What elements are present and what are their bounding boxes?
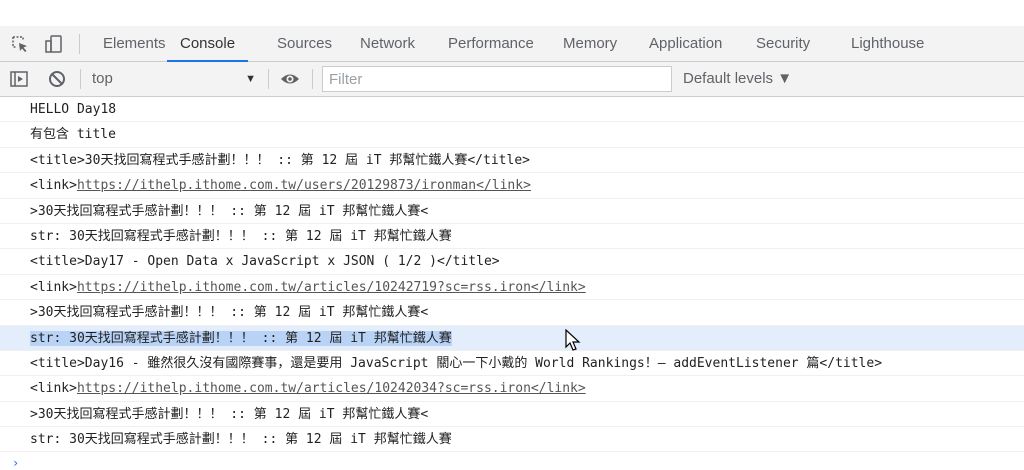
tab-sources[interactable]: Sources [277,26,332,61]
console-message[interactable]: str: 30天找回寫程式手感計劃！！！ :: 第 12 屆 iT 邦幫忙鐵人賽 [0,224,1024,250]
device-toolbar-icon[interactable] [44,34,64,54]
console-message[interactable]: >30天找回寫程式手感計劃！！！ :: 第 12 屆 iT 邦幫忙鐵人賽< [0,199,1024,224]
tab-separator [79,34,80,54]
live-expression-eye-icon[interactable] [280,69,300,89]
console-message-text: 有包含 title [30,127,116,142]
console-text-segment: str: 30天找回寫程式手感計劃！！！ :: 第 12 屆 iT 邦幫忙鐵人賽 [30,432,452,448]
console-message[interactable]: 有包含 title [0,122,1024,148]
console-message[interactable]: <title>Day17 - Open Data x JavaScript x … [0,249,1024,275]
tab-application[interactable]: Application [649,26,722,61]
console-text-segment: <title>30天找回寫程式手感計劃！！！ :: 第 12 屆 iT 邦幫忙鐵… [30,152,530,168]
console-message-text: >30天找回寫程式手感計劃！！！ :: 第 12 屆 iT 邦幫忙鐵人賽< [30,407,428,422]
console-message[interactable]: str: 30天找回寫程式手感計劃！！！ :: 第 12 屆 iT 邦幫忙鐵人賽 [0,427,1024,453]
tab-console[interactable]: Console [167,26,249,62]
console-text-segment: <title>Day17 - Open Data x JavaScript x … [30,254,500,270]
console-text-segment: >30天找回寫程式手感計劃！！！ :: 第 12 屆 iT 邦幫忙鐵人賽< [30,406,429,422]
dropdown-arrow-icon: ▼ [245,73,256,85]
console-message-text: HELLO Day18 [30,102,116,117]
console-message-text: str: 30天找回寫程式手感計劃！！！ :: 第 12 屆 iT 邦幫忙鐵人賽 [30,432,452,447]
toolbar-separator [80,69,81,89]
console-text-segment: HELLO Day18 [30,102,117,117]
console-message[interactable]: <link>https://ithelp.ithome.com.tw/users… [0,173,1024,199]
tab-performance[interactable]: Performance [448,26,534,61]
console-message[interactable]: HELLO Day18 [0,97,1024,123]
context-selector[interactable]: top ▼ [92,68,262,90]
devtools-tab-bar: Elements Console Sources Network Perform… [0,26,1024,62]
console-toolbar: top ▼ Default levels ▼ [0,62,1024,97]
console-message-text: >30天找回寫程式手感計劃！！！ :: 第 12 屆 iT 邦幫忙鐵人賽< [30,204,428,219]
console-text-segment: <title>Day16 - 雖然很久沒有國際賽事，還是要用 JavaScrip… [30,355,883,371]
clear-console-icon[interactable] [47,69,67,89]
console-text-segment: >30天找回寫程式手感計劃！！！ :: 第 12 屆 iT 邦幫忙鐵人賽< [30,305,429,321]
console-message[interactable]: >30天找回寫程式手感計劃！！！ :: 第 12 屆 iT 邦幫忙鐵人賽< [0,300,1024,326]
tab-memory[interactable]: Memory [563,26,617,61]
console-link[interactable]: https://ithelp.ithome.com.tw/articles/10… [77,381,586,396]
console-message[interactable]: str: 30天找回寫程式手感計劃！！！ :: 第 12 屆 iT 邦幫忙鐵人賽 [0,325,1024,351]
console-message-text: <link>https://ithelp.ithome.com.tw/users… [30,178,531,193]
toolbar-separator [268,69,269,89]
console-message-text: <title>30天找回寫程式手感計劃！！！ :: 第 12 屆 iT 邦幫忙鐵… [30,153,530,168]
tab-elements[interactable]: Elements [103,26,166,61]
console-message-text: <title>Day17 - Open Data x JavaScript x … [30,254,500,269]
console-message[interactable]: <link>https://ithelp.ithome.com.tw/artic… [0,376,1024,402]
console-message-text: str: 30天找回寫程式手感計劃！！！ :: 第 12 屆 iT 邦幫忙鐵人賽 [30,330,452,346]
mouse-cursor-icon [565,329,581,351]
show-sidebar-icon[interactable] [9,69,29,89]
console-message-text: <link>https://ithelp.ithome.com.tw/artic… [30,381,586,396]
tab-security[interactable]: Security [756,26,810,61]
tab-network[interactable]: Network [360,26,415,61]
console-message[interactable]: <title>30天找回寫程式手感計劃！！！ :: 第 12 屆 iT 邦幫忙鐵… [0,148,1024,174]
filter-input[interactable] [322,66,672,92]
console-message-text: str: 30天找回寫程式手感計劃！！！ :: 第 12 屆 iT 邦幫忙鐵人賽 [30,229,452,244]
console-link[interactable]: https://ithelp.ithome.com.tw/users/20129… [77,178,531,193]
toolbar-separator [312,69,313,89]
console-message-text: <link>https://ithelp.ithome.com.tw/artic… [30,280,586,295]
inspect-element-icon[interactable] [10,34,30,54]
console-message[interactable]: <title>Day16 - 雖然很久沒有國際賽事，還是要用 JavaScrip… [0,351,1024,377]
console-text-segment: >30天找回寫程式手感計劃！！！ :: 第 12 屆 iT 邦幫忙鐵人賽< [30,203,429,219]
console-link[interactable]: https://ithelp.ithome.com.tw/articles/10… [77,280,586,295]
console-message[interactable]: >30天找回寫程式手感計劃！！！ :: 第 12 屆 iT 邦幫忙鐵人賽< [0,402,1024,428]
console-text-segment: str: 30天找回寫程式手感計劃！！！ :: 第 12 屆 iT 邦幫忙鐵人賽 [30,330,452,346]
console-message-text: <title>Day16 - 雖然很久沒有國際賽事，還是要用 JavaScrip… [30,356,882,371]
tab-lighthouse[interactable]: Lighthouse [851,26,924,61]
console-text-segment: str: 30天找回寫程式手感計劃！！！ :: 第 12 屆 iT 邦幫忙鐵人賽 [30,228,452,244]
console-text-segment: <link> [30,279,77,295]
console-message[interactable]: <link>https://ithelp.ithome.com.tw/artic… [0,275,1024,301]
default-levels-dropdown[interactable]: Default levels ▼ [683,62,792,96]
console-text-segment: 有包含 title [30,127,116,143]
console-output: HELLO Day18 有包含 title <title>30天找回寫程式手感計劃！… [0,97,1024,464]
context-value: top [92,70,113,87]
console-message-text: >30天找回寫程式手感計劃！！！ :: 第 12 屆 iT 邦幫忙鐵人賽< [30,305,428,320]
console-text-segment: <link> [30,178,77,194]
console-text-segment: <link> [30,381,77,397]
console-prompt-icon[interactable]: › [12,456,19,470]
